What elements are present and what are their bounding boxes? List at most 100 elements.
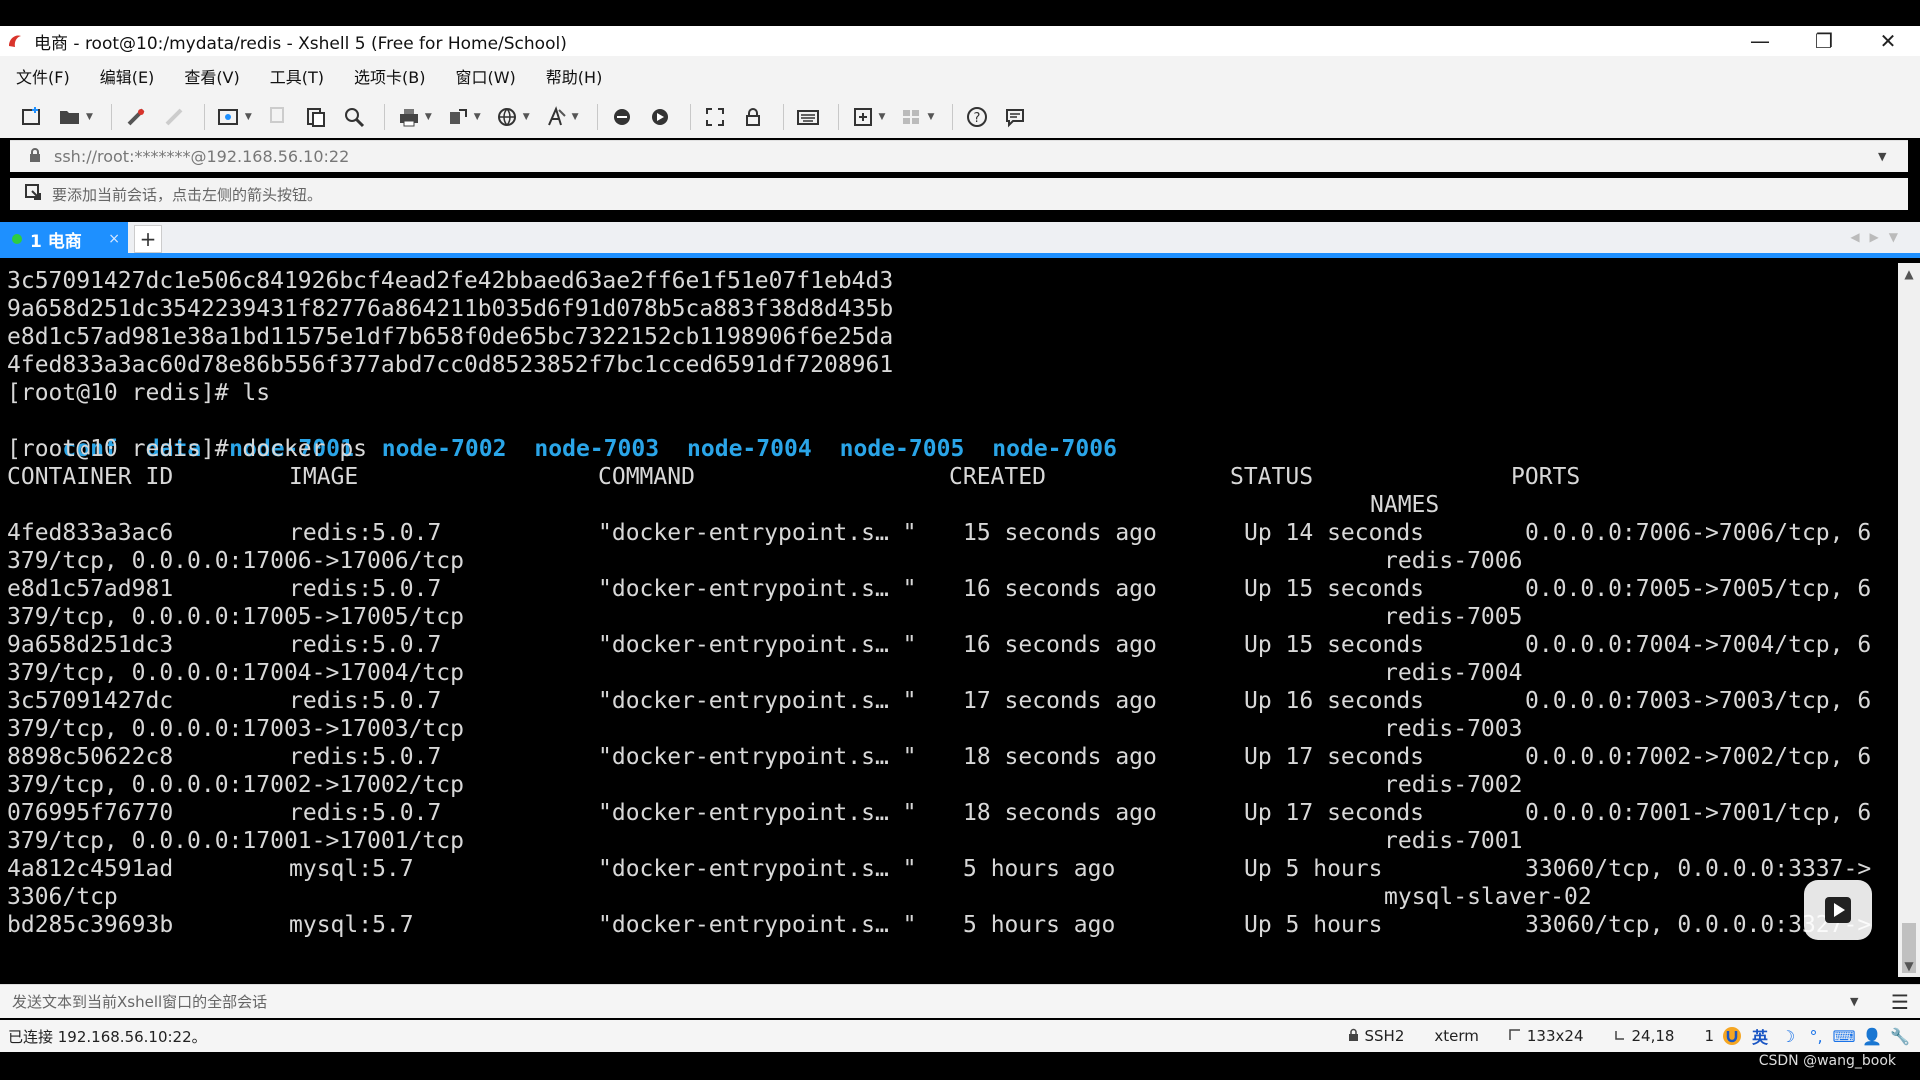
container-ports-wrap: 379/tcp, 0.0.0.0:17004->17004/tcp	[7, 660, 464, 686]
close-button[interactable]: ✕	[1856, 26, 1920, 56]
keyboard-icon[interactable]: ⌨	[1832, 1026, 1855, 1046]
toolbar-separator	[837, 104, 839, 130]
fullscreen-icon[interactable]	[699, 101, 731, 133]
xftp-icon[interactable]	[606, 101, 638, 133]
container-command: "docker-entrypoint.s… "	[598, 688, 917, 714]
ls-dir: node-7002	[381, 436, 507, 462]
font-dropdown-icon[interactable]: ▼	[572, 112, 579, 122]
globe-dropdown-icon[interactable]: ▼	[523, 112, 530, 122]
add-tab-button[interactable]: +	[134, 225, 162, 253]
ls-output: conf data node-7001 node-7002 node-7003 node-…	[7, 407, 1145, 462]
lock-icon[interactable]	[737, 101, 769, 133]
svg-text:?: ?	[974, 111, 981, 126]
keyboard-icon[interactable]	[792, 101, 824, 133]
print-icon[interactable]	[393, 101, 425, 133]
status-bar: 已连接 192.168.56.10:22。 SSH2 xterm 133x24 …	[0, 1020, 1920, 1052]
user-icon[interactable]: 👤	[1862, 1026, 1882, 1046]
table-row-wrap: 379/tcp, 0.0.0.0:17003->17003/tcp redis-…	[7, 715, 1887, 743]
watermark: CSDN @wang_book	[1758, 1053, 1896, 1069]
tab-session-1[interactable]: 1 电商 ×	[0, 222, 128, 256]
menu-tools[interactable]: 工具(T)	[266, 60, 328, 92]
scroll-up-icon[interactable]: ▲	[1898, 263, 1920, 285]
terminal-line: 9a658d251dc3542239431f82776a864211b035d6…	[7, 296, 894, 322]
container-ports-wrap: 379/tcp, 0.0.0.0:17006->17006/tcp	[7, 548, 464, 574]
cursor-icon	[1614, 1027, 1626, 1045]
container-status: Up 17 seconds	[1244, 744, 1425, 770]
punctuation-icon[interactable]: °,	[1806, 1026, 1826, 1046]
terminal-size-status: 133x24	[1509, 1027, 1584, 1045]
container-command: "docker-entrypoint.s… "	[598, 576, 917, 602]
container-status: Up 16 seconds	[1244, 688, 1425, 714]
menu-tabs[interactable]: 选项卡(B)	[350, 60, 429, 92]
ime-language[interactable]: 英	[1750, 1026, 1770, 1047]
session-count: 1	[1704, 1027, 1714, 1045]
window-title: 电商 - root@10:/mydata/redis - Xshell 5 (F…	[34, 33, 567, 54]
connect-icon[interactable]	[120, 101, 152, 133]
minimize-button[interactable]: —	[1728, 26, 1792, 56]
find-icon[interactable]	[338, 101, 370, 133]
container-name: redis-7004	[1384, 660, 1523, 686]
container-ports-wrap: 379/tcp, 0.0.0.0:17003->17003/tcp	[7, 716, 464, 742]
chat-icon[interactable]	[999, 101, 1031, 133]
wrench-icon[interactable]: 🔧	[1890, 1026, 1910, 1046]
send-to-all-input[interactable]: 发送文本到当前Xshell窗口的全部会话	[12, 991, 1850, 1012]
open-folder-icon[interactable]	[54, 101, 86, 133]
menu-edit[interactable]: 编辑(E)	[96, 60, 159, 92]
container-id: 3c57091427dc	[7, 688, 174, 714]
properties-dropdown-icon[interactable]: ▼	[245, 112, 252, 122]
terminal-line: 3c57091427dc1e506c841926bcf4ead2fe42bbae…	[7, 268, 894, 294]
copy-icon[interactable]	[262, 101, 294, 133]
print-dropdown-icon[interactable]: ▼	[425, 112, 432, 122]
container-name: redis-7005	[1384, 604, 1523, 630]
container-command: "docker-entrypoint.s… "	[598, 856, 917, 882]
transfer-dropdown-icon[interactable]: ▼	[474, 112, 481, 122]
scroll-down-icon[interactable]: ▼	[1898, 955, 1920, 977]
font-icon[interactable]	[540, 101, 572, 133]
menu-file[interactable]: 文件(F)	[12, 60, 74, 92]
menu-help[interactable]: 帮助(H)	[542, 60, 607, 92]
compose-dropdown-icon[interactable]: ▼	[879, 112, 886, 122]
container-ports-wrap: 379/tcp, 0.0.0.0:17005->17005/tcp	[7, 604, 464, 630]
session-hint-bar: 要添加当前会话，点击左侧的箭头按钮。	[10, 178, 1908, 210]
address-input[interactable]: ssh://root:*******@192.168.56.10:22	[54, 147, 1878, 166]
hamburger-menu-icon[interactable]: ☰	[1880, 990, 1920, 1014]
lock-icon	[28, 147, 42, 167]
tab-close-icon[interactable]: ×	[108, 231, 120, 247]
container-status: Up 5 hours	[1244, 912, 1383, 938]
terminal-scrollbar[interactable]: ▲ ▼	[1898, 263, 1920, 977]
properties-icon[interactable]	[213, 101, 245, 133]
terminal-output[interactable]: 3c57091427dc1e506c841926bcf4ead2fe42bbae…	[0, 263, 1898, 977]
layout-icon[interactable]	[895, 101, 927, 133]
new-session-icon[interactable]	[16, 101, 48, 133]
script-icon[interactable]	[644, 101, 676, 133]
container-id: 4a812c4591ad	[7, 856, 174, 882]
container-created: 15 seconds ago	[963, 520, 1157, 546]
container-ports: 0.0.0.0:7001->7001/tcp, 6	[1525, 800, 1872, 826]
add-session-arrow-icon[interactable]	[24, 183, 42, 205]
disconnect-icon[interactable]	[158, 101, 190, 133]
chevron-down-icon[interactable]: ▼	[1850, 995, 1880, 1008]
paste-icon[interactable]	[300, 101, 332, 133]
play-icon[interactable]	[1804, 880, 1872, 940]
compose-icon[interactable]	[847, 101, 879, 133]
layout-dropdown-icon[interactable]: ▼	[927, 112, 934, 122]
toolbar-separator	[596, 104, 598, 130]
table-header-row: CONTAINER ID IMAGE COMMAND CREATED STATU…	[7, 463, 1887, 491]
restore-button[interactable]: ❐	[1792, 26, 1856, 56]
tab-label: 1 电商	[30, 231, 82, 252]
title-bar: 电商 - root@10:/mydata/redis - Xshell 5 (F…	[0, 26, 1920, 56]
globe-icon[interactable]	[491, 101, 523, 133]
tab-scroll-arrows-icon[interactable]: ◀▶▼	[1850, 230, 1908, 244]
open-dropdown-icon[interactable]: ▼	[86, 112, 93, 122]
moon-icon[interactable]: ☽	[1778, 1026, 1798, 1046]
table-row-wrap: 379/tcp, 0.0.0.0:17006->17006/tcp redis-…	[7, 547, 1887, 575]
container-id: 8898c50622c8	[7, 744, 174, 770]
toolbar-separator	[952, 104, 954, 130]
help-icon[interactable]: ?	[961, 101, 993, 133]
container-id: bd285c39693b	[7, 912, 174, 938]
chevron-down-icon[interactable]: ▼	[1878, 150, 1908, 163]
ime-logo-icon[interactable]	[1722, 1026, 1742, 1046]
menu-view[interactable]: 查看(V)	[180, 60, 243, 92]
transfer-icon[interactable]	[442, 101, 474, 133]
menu-window[interactable]: 窗口(W)	[451, 60, 519, 92]
